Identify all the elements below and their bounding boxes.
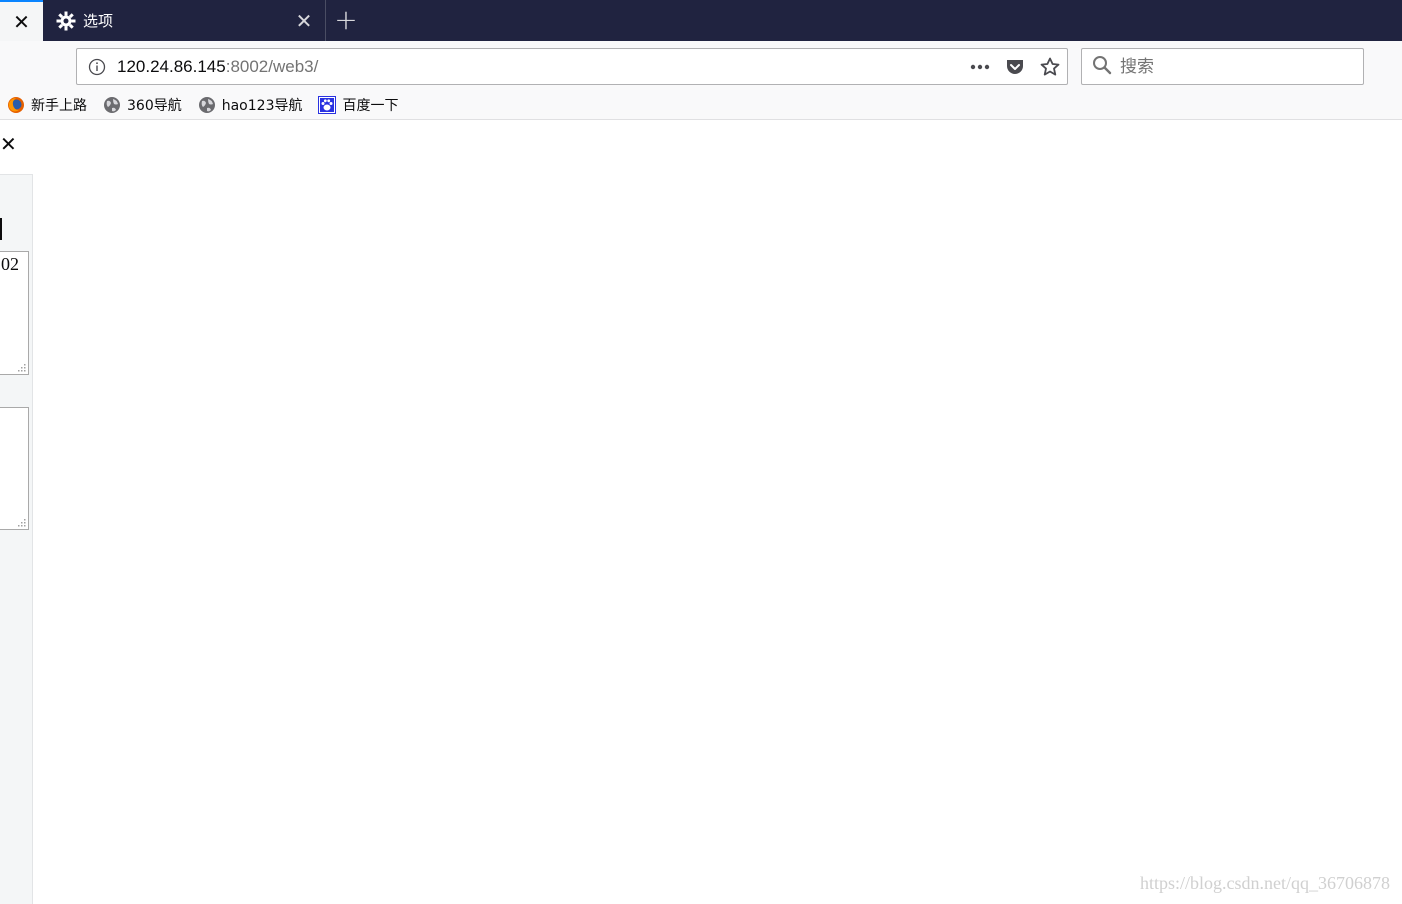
nav-bar: 120.24.86.145:8002/web3/ <box>0 41 1402 91</box>
tab-title: 选项 <box>83 12 114 30</box>
page-content: ✕ 02 https://blog.csdn.net/qq_36706878 <box>0 120 1402 904</box>
bookmark-star-button[interactable] <box>1032 49 1067 84</box>
bookmark-getting-started[interactable]: 新手上路 <box>7 95 87 115</box>
url-path: :8002/web3/ <box>225 56 319 76</box>
url-host: 120.24.86.145 <box>117 56 226 76</box>
more-icon <box>970 64 989 69</box>
pocket-icon <box>1006 59 1023 74</box>
page-actions-button[interactable] <box>962 49 997 84</box>
textarea-value: 02 <box>1 254 19 274</box>
bookmark-baidu[interactable]: 百度一下 <box>318 95 398 115</box>
bookmarks-toolbar: 新手上路 360导航 hao123导航 百度一下 <box>0 91 1402 120</box>
search-icon <box>1092 55 1112 79</box>
new-tab-button[interactable]: + <box>330 4 362 36</box>
textarea-input-1[interactable]: 02 <box>0 251 29 375</box>
star-icon <box>1040 57 1059 75</box>
url-text: 120.24.86.145:8002/web3/ <box>117 57 962 77</box>
bookmark-label: 新手上路 <box>31 98 87 114</box>
sidebar-tab-close-button[interactable]: ✕ <box>0 0 43 41</box>
baidu-paw-icon <box>318 96 337 114</box>
tab-strip: ✕ 选项 ✕ + <box>0 0 1402 41</box>
globe-icon <box>198 96 216 114</box>
url-bar[interactable]: 120.24.86.145:8002/web3/ <box>76 48 1068 85</box>
close-icon: ✕ <box>13 9 30 34</box>
tab-options[interactable]: 选项 ✕ <box>43 0 326 41</box>
pocket-button[interactable] <box>997 49 1032 84</box>
tab-close-button[interactable]: ✕ <box>289 6 319 36</box>
bookmark-hao123[interactable]: hao123导航 <box>198 95 303 115</box>
sidebar-panel: ✕ 02 <box>0 120 33 904</box>
gear-icon <box>55 10 77 32</box>
info-icon[interactable] <box>77 58 117 76</box>
textarea-input-2[interactable] <box>0 407 29 530</box>
search-input[interactable] <box>1120 56 1350 77</box>
search-bar[interactable] <box>1081 48 1364 85</box>
firefox-icon <box>7 96 25 114</box>
sidebar-close-icon[interactable]: ✕ <box>0 134 17 154</box>
bookmark-360[interactable]: 360导航 <box>103 95 182 115</box>
bookmark-label: 360导航 <box>127 98 182 114</box>
bookmark-label: hao123导航 <box>221 98 303 114</box>
resize-grip-icon[interactable] <box>16 517 26 527</box>
watermark-text: https://blog.csdn.net/qq_36706878 <box>1140 873 1390 893</box>
sidebar-header: ✕ <box>0 120 33 175</box>
text-caret <box>0 218 2 240</box>
bookmark-label: 百度一下 <box>342 98 399 114</box>
resize-grip-icon[interactable] <box>16 362 26 372</box>
globe-icon <box>103 96 121 114</box>
